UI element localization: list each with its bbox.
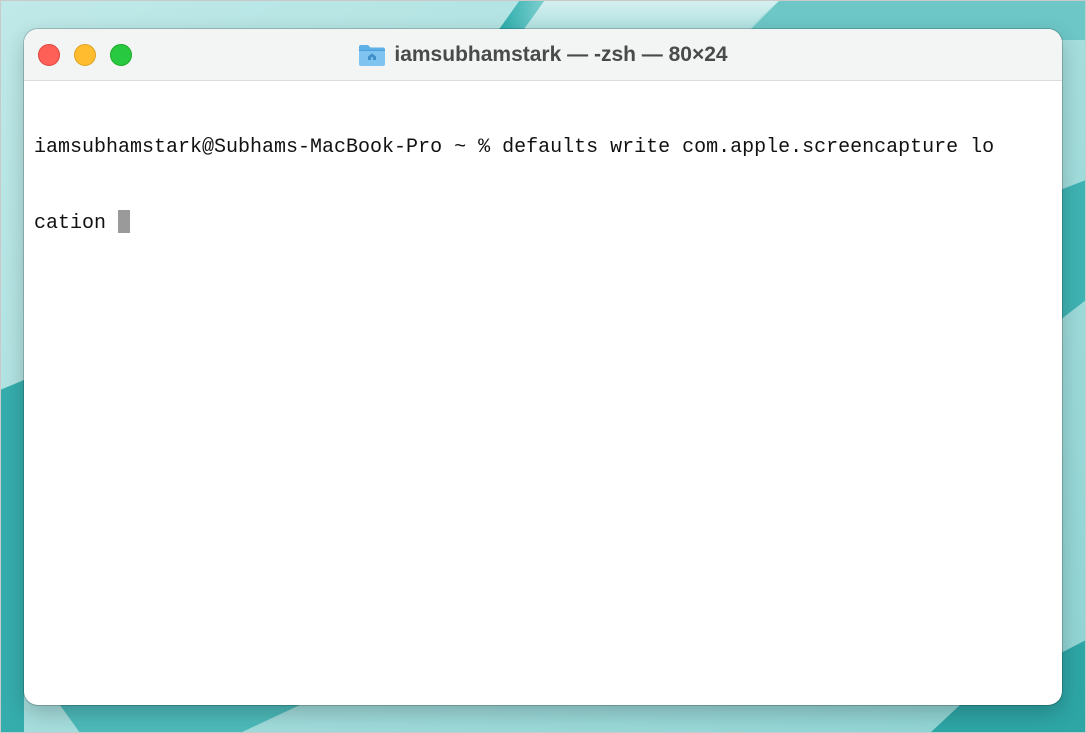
home-folder-icon [359, 44, 386, 66]
title-bar[interactable]: iamsubhamstark — -zsh — 80×24 [24, 29, 1062, 81]
window-title-group: iamsubhamstark — -zsh — 80×24 [24, 29, 1062, 80]
text-cursor [118, 210, 131, 233]
terminal-output[interactable]: iamsubhamstark@Subhams-MacBook-Pro ~ % d… [34, 85, 1054, 285]
terminal-line-2: cation [34, 210, 1054, 235]
terminal-window[interactable]: iamsubhamstark — -zsh — 80×24 iamsubhams… [24, 29, 1062, 705]
terminal-line-2-text: cation [34, 212, 119, 235]
terminal-line-1: iamsubhamstark@Subhams-MacBook-Pro ~ % d… [34, 136, 995, 159]
window-title: iamsubhamstark — -zsh — 80×24 [394, 42, 728, 66]
